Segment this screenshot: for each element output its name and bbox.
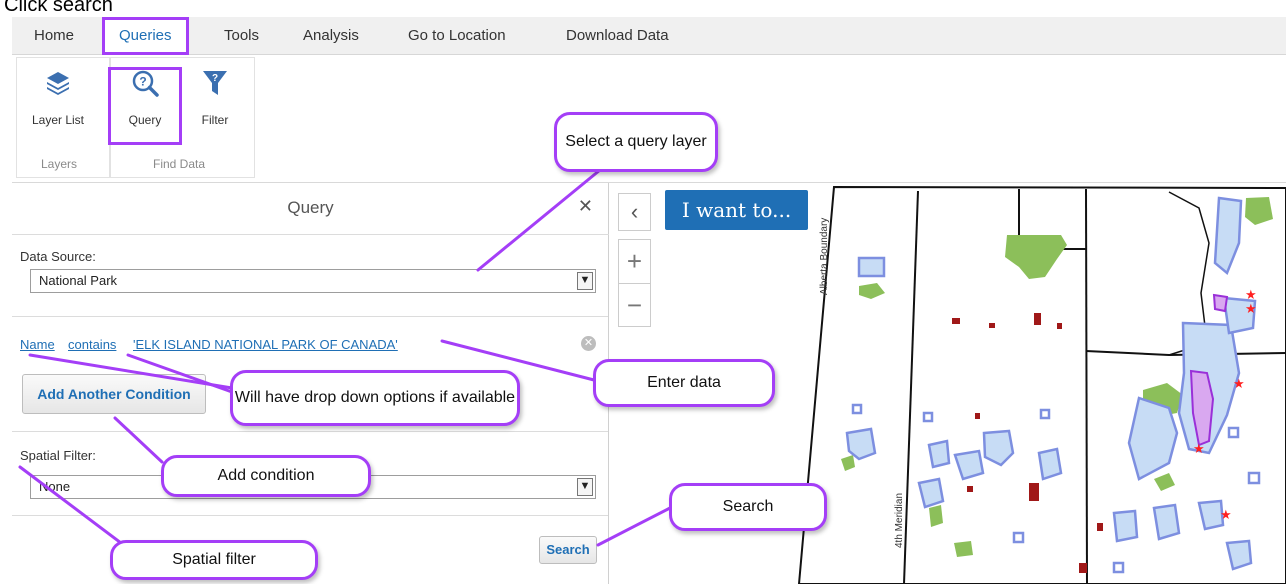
callout-enter-data: Enter data xyxy=(593,359,775,407)
callout-dropdown-options: Will have drop down options if available xyxy=(230,370,520,426)
callout-select-layer: Select a query layer xyxy=(554,112,718,172)
callout-spatial-filter: Spatial filter xyxy=(110,540,318,580)
callout-search: Search xyxy=(669,483,827,531)
callout-add-condition: Add condition xyxy=(161,455,371,497)
